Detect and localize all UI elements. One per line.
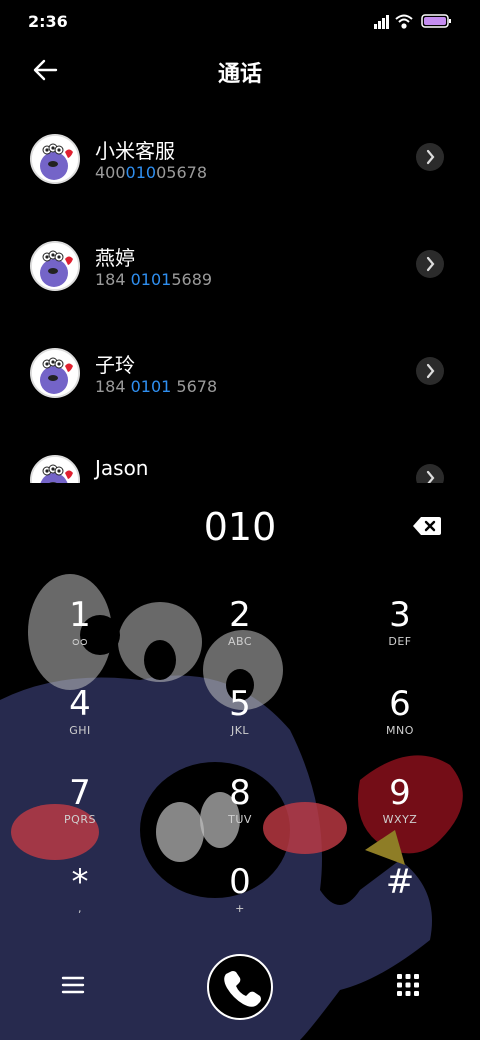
dial-key[interactable]: 2 ABC: [160, 595, 320, 683]
contact-name: 小米客服: [95, 139, 175, 163]
battery-icon: [421, 14, 451, 28]
contact-number: 184 01015689: [95, 270, 213, 289]
header: 通话: [0, 40, 480, 100]
chevron-right-icon[interactable]: [416, 464, 444, 483]
contact-name: 燕婷: [95, 246, 135, 270]
contact-row[interactable]: Jason: [0, 426, 480, 483]
dial-key[interactable]: 8 TUV: [160, 773, 320, 861]
dialed-number: 010: [203, 505, 277, 549]
dial-key[interactable]: 3 DEF: [320, 595, 480, 683]
contact-number: 184 0101 5678: [95, 377, 218, 396]
monster-avatar-icon: [32, 457, 78, 483]
keypad-icon[interactable]: [395, 972, 421, 998]
contact-row[interactable]: 子玲 184 0101 5678: [0, 319, 480, 426]
dial-key[interactable]: 6 MNO: [320, 684, 480, 772]
contact-list[interactable]: 小米客服 40001005678 燕婷 184 01015689 子玲 184 …: [0, 105, 480, 483]
backspace-icon[interactable]: [412, 514, 442, 538]
signal-icon: [374, 15, 389, 29]
page-title: 通话: [217, 62, 262, 87]
contact-row[interactable]: 燕婷 184 01015689: [0, 212, 480, 319]
chevron-right-icon[interactable]: [416, 357, 444, 385]
dial-key[interactable]: 9 WXYZ: [320, 773, 480, 861]
bottom-bar: [0, 950, 480, 1030]
avatar: [30, 455, 80, 483]
monster-avatar-icon: [32, 243, 78, 289]
avatar: [30, 241, 80, 291]
status-time: 2:36: [28, 12, 68, 31]
dial-key[interactable]: 0 +: [160, 862, 320, 950]
status-bar: 2:36: [0, 0, 480, 40]
wifi-icon: [395, 14, 413, 29]
menu-icon[interactable]: [60, 972, 86, 998]
dial-key[interactable]: 5 JKL: [160, 684, 320, 772]
avatar: [30, 348, 80, 398]
monster-avatar-icon: [32, 350, 78, 396]
chevron-right-icon[interactable]: [416, 250, 444, 278]
contact-row[interactable]: 小米客服 40001005678: [0, 105, 480, 212]
status-icons: [374, 14, 451, 29]
contact-name: Jason: [95, 456, 149, 480]
dial-key[interactable]: 7 PQRS: [0, 773, 160, 861]
dial-key[interactable]: 1 ᴑᴑ: [0, 595, 160, 683]
contact-number: 40001005678: [95, 163, 207, 182]
chevron-right-icon[interactable]: [416, 143, 444, 171]
dial-key[interactable]: #: [320, 862, 480, 950]
dial-key[interactable]: 4 GHI: [0, 684, 160, 772]
call-button[interactable]: [207, 954, 273, 1020]
monster-avatar-icon: [32, 136, 78, 182]
phone-icon: [224, 971, 261, 1007]
dial-key[interactable]: *,: [0, 862, 160, 950]
contact-name: 子玲: [95, 353, 135, 377]
avatar: [30, 134, 80, 184]
